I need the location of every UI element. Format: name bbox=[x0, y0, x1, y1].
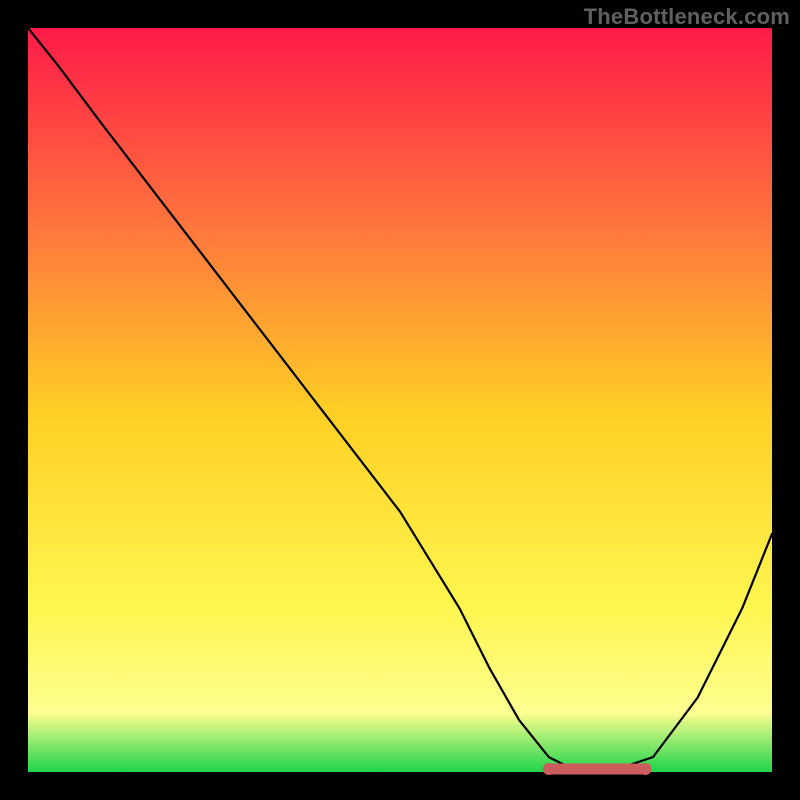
bottleneck-chart bbox=[0, 0, 800, 800]
plot-background bbox=[28, 28, 772, 772]
chart-container: TheBottleneck.com bbox=[0, 0, 800, 800]
optimal-range-start bbox=[543, 763, 555, 775]
plot-area bbox=[0, 0, 800, 800]
attribution-text: TheBottleneck.com bbox=[584, 4, 790, 30]
optimal-range-end bbox=[640, 763, 652, 775]
